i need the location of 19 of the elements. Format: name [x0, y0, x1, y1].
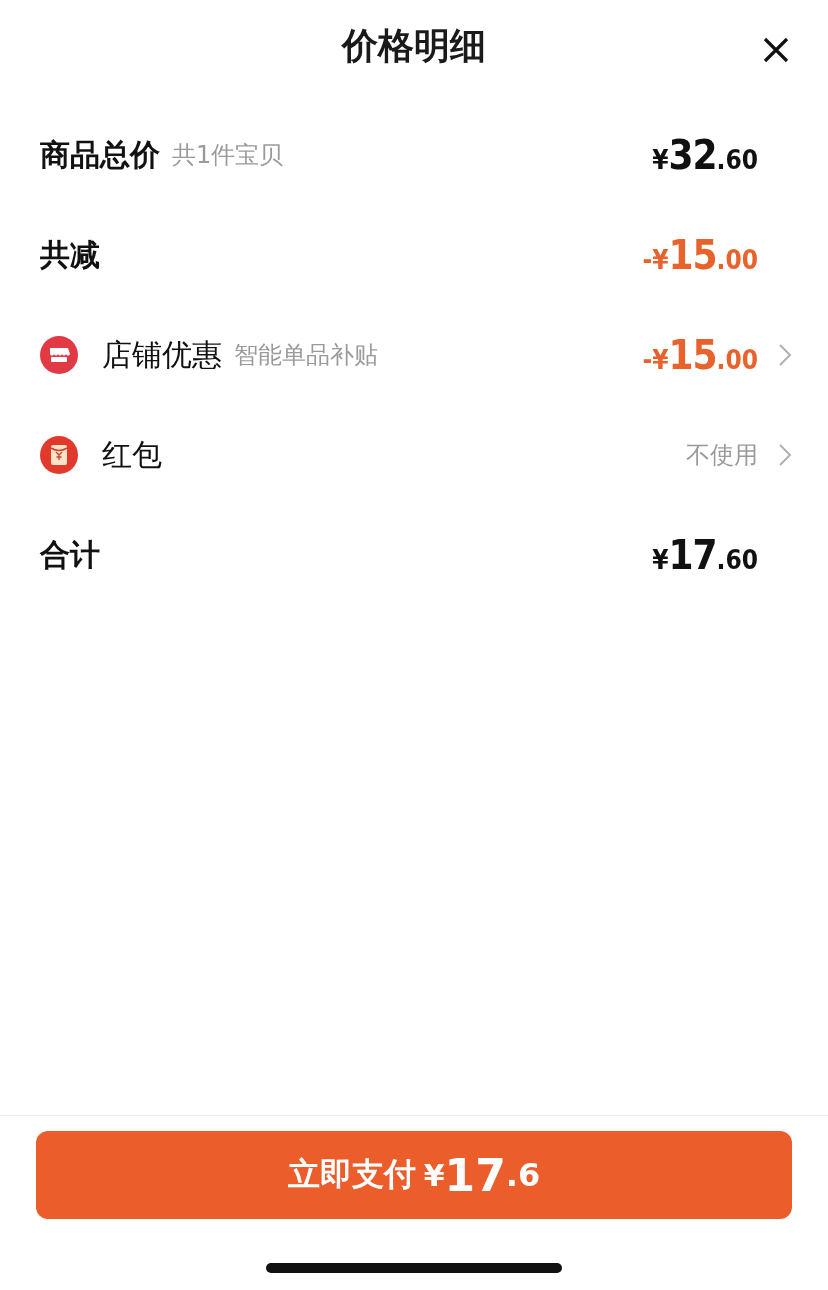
row-label: 合计 [40, 535, 100, 574]
chevron-icon[interactable] [778, 343, 792, 367]
row-label: 商品总价 [40, 135, 160, 174]
pay-button[interactable]: 立即支付 ¥17.6 [36, 1131, 792, 1219]
row-label: 店铺优惠 [102, 335, 222, 374]
price-text: -¥15.00 [642, 332, 758, 378]
row-note: 智能单品补贴 [234, 340, 378, 371]
close-icon[interactable] [762, 36, 790, 64]
price-text: ¥32.60 [652, 132, 758, 178]
envelope-icon [40, 436, 78, 474]
chevron-icon[interactable] [778, 443, 792, 467]
price-text: -¥15.00 [642, 232, 758, 278]
row-note: 共1件宝贝 [172, 140, 284, 171]
row-label: 红包 [102, 435, 162, 474]
row-label: 共减 [40, 235, 100, 274]
row-value[interactable]: 不使用 [686, 439, 758, 471]
shop-icon [40, 336, 78, 374]
sheet-title: 价格明细 [342, 23, 486, 68]
price-text: ¥17.60 [652, 532, 758, 578]
